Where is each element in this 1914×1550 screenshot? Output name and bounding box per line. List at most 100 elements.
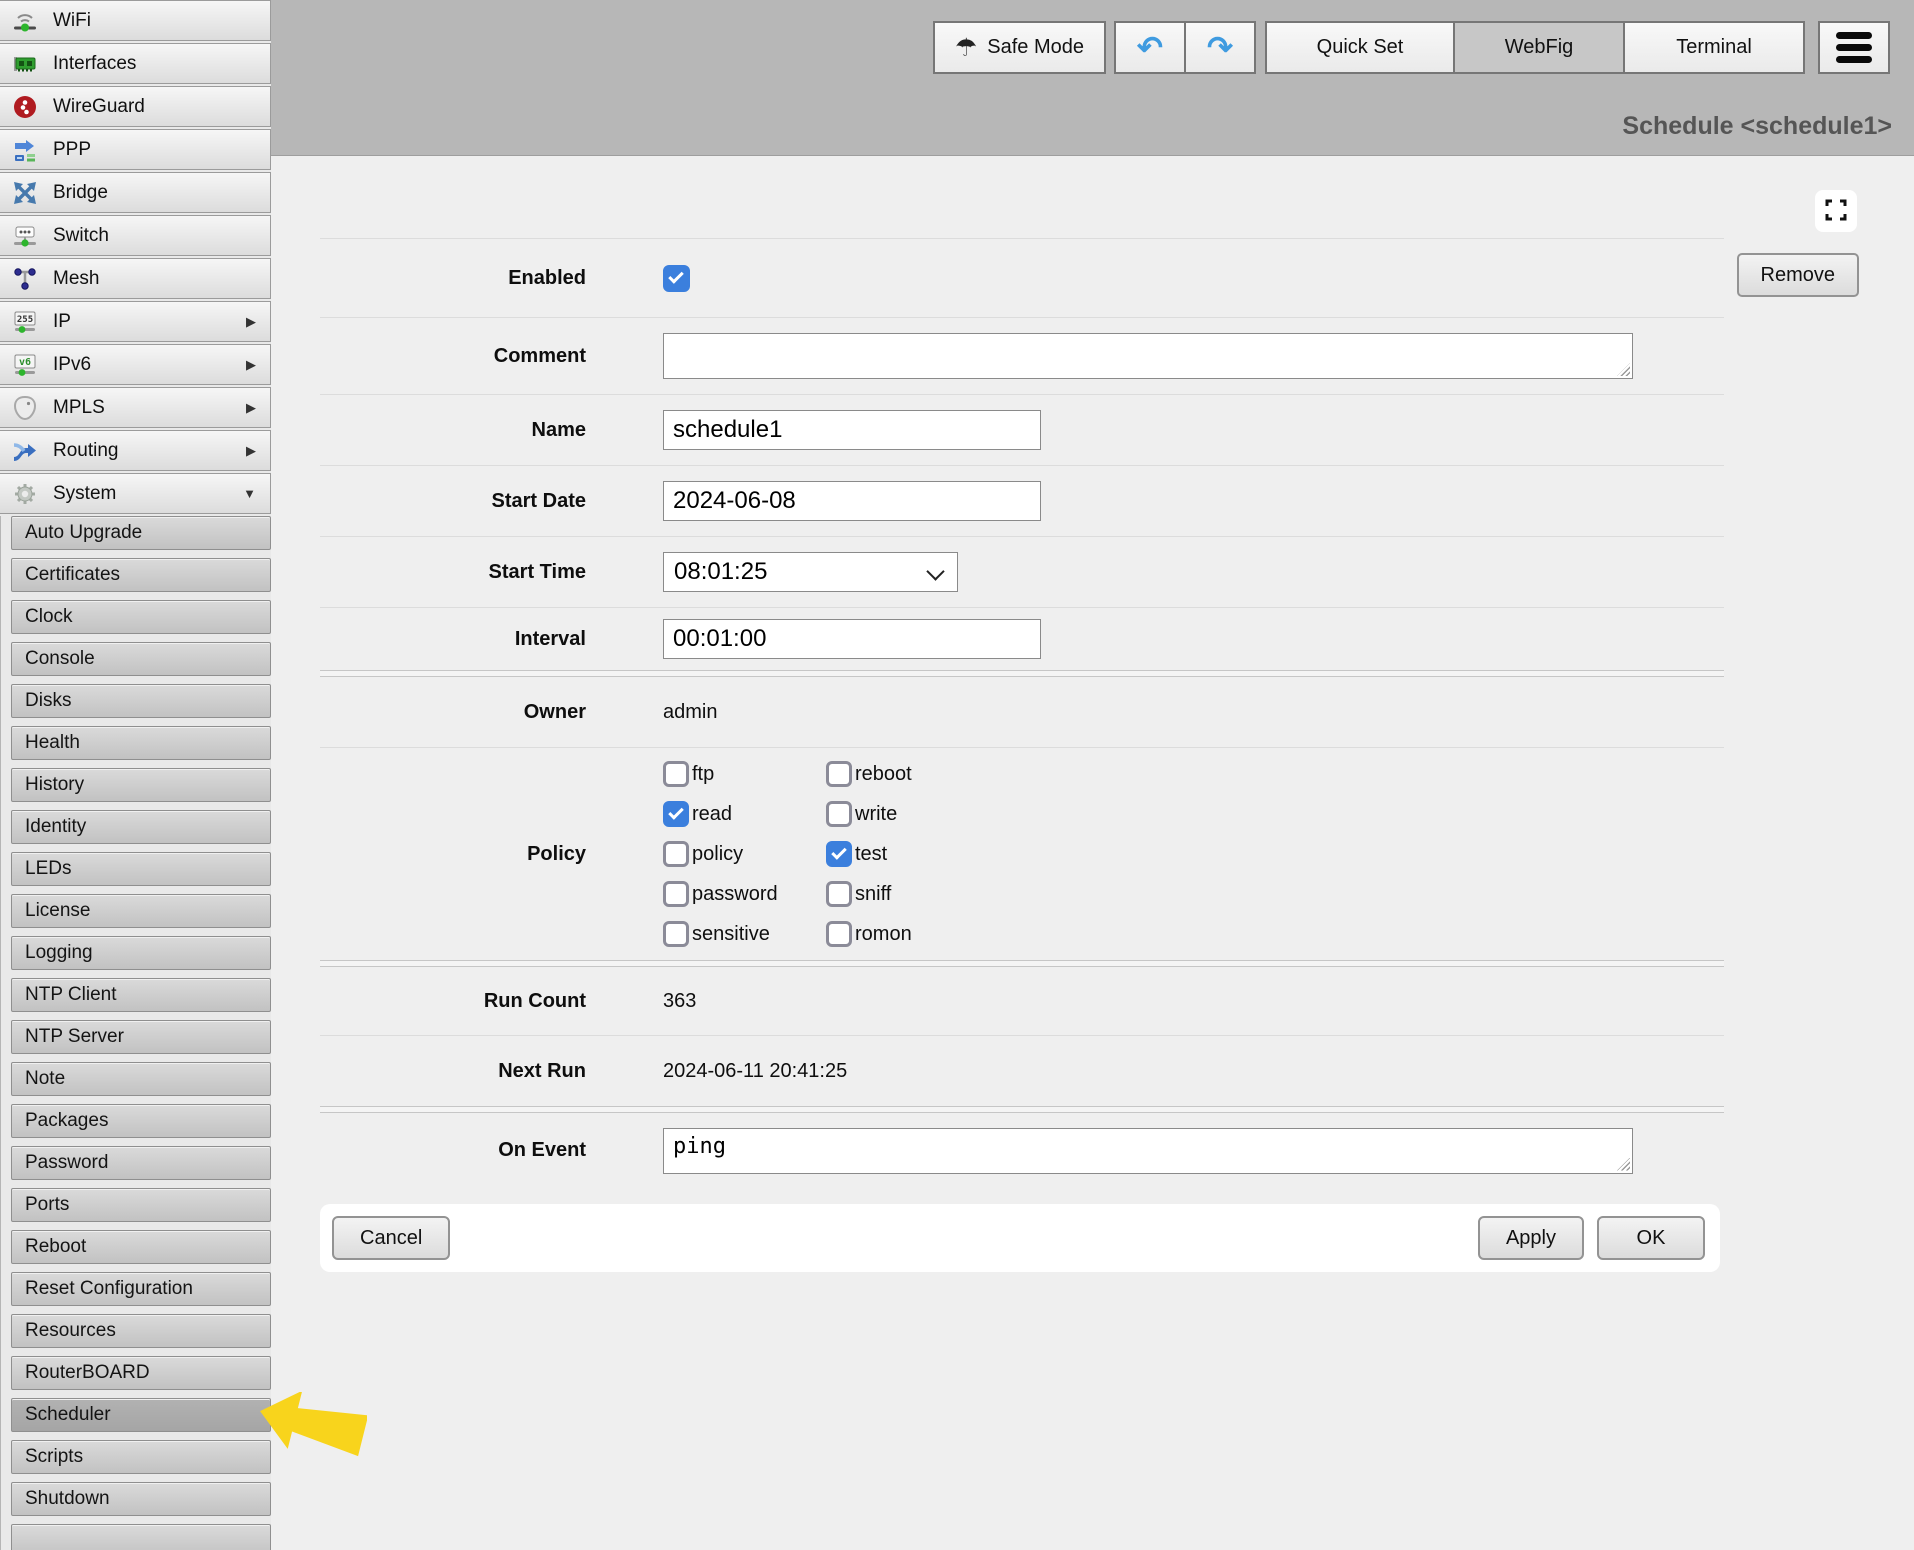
sidebar-item-reboot[interactable]: Reboot: [11, 1230, 271, 1264]
interval-input[interactable]: [663, 619, 1041, 659]
sidebar-item-mpls[interactable]: MPLS ▶: [0, 387, 271, 428]
sidebar-item-leds[interactable]: LEDs: [11, 852, 271, 886]
test-checkbox[interactable]: [826, 841, 852, 867]
name-input[interactable]: [663, 410, 1041, 450]
sidebar-item-bridge[interactable]: Bridge: [0, 172, 271, 213]
sidebar-item-routerboard[interactable]: RouterBOARD: [11, 1356, 271, 1390]
sidebar-item-logging[interactable]: Logging: [11, 936, 271, 970]
sidebar-item-note[interactable]: Note: [11, 1062, 271, 1096]
sidebar-item-scheduler[interactable]: Scheduler: [11, 1398, 271, 1432]
sidebar-item-ntp-server[interactable]: NTP Server: [11, 1020, 271, 1054]
sidebar-item-clock[interactable]: Clock: [11, 600, 271, 634]
ip-icon: 255: [9, 307, 41, 337]
hamburger-menu-button[interactable]: [1818, 21, 1890, 74]
policy-option-ftp[interactable]: ftp: [663, 761, 826, 787]
undo-button[interactable]: ↶: [1114, 21, 1186, 74]
on-event-textarea[interactable]: ping: [663, 1128, 1633, 1174]
remove-button[interactable]: Remove: [1737, 253, 1859, 297]
sidebar-item-wifi[interactable]: WiFi: [0, 0, 271, 41]
policy-option-sensitive[interactable]: sensitive: [663, 921, 826, 947]
terminal-tab[interactable]: Terminal: [1623, 21, 1805, 74]
sidebar-item-shutdown[interactable]: Shutdown: [11, 1482, 271, 1516]
sidebar-item-system[interactable]: System ▼: [0, 473, 271, 514]
sidebar-item-resources[interactable]: Resources: [11, 1314, 271, 1348]
policy-option-password[interactable]: password: [663, 881, 826, 907]
ftp-checkbox[interactable]: [663, 761, 689, 787]
on-event-label: On Event: [320, 1139, 586, 1162]
row-policy: Policy ftp reboot read write policy test…: [320, 747, 1724, 960]
policy-option-policy[interactable]: policy: [663, 841, 826, 867]
row-name: Name: [320, 394, 1724, 465]
start-time-select[interactable]: 08:01:25: [663, 552, 958, 592]
sniff-checkbox[interactable]: [826, 881, 852, 907]
sidebar-item-ntp-client[interactable]: NTP Client: [11, 978, 271, 1012]
wireguard-icon: [9, 92, 41, 122]
sidebar-item-auto-upgrade[interactable]: Auto Upgrade: [11, 516, 271, 550]
sidebar-item-routing[interactable]: Routing ▶: [0, 430, 271, 471]
svg-text:v6: v6: [19, 357, 31, 368]
sidebar-item-license[interactable]: License: [11, 894, 271, 928]
policy-checkbox[interactable]: [663, 841, 689, 867]
sidebar-item-switch[interactable]: Switch: [0, 215, 271, 256]
redo-button[interactable]: ↷: [1184, 21, 1256, 74]
sidebar-item-ipv6[interactable]: v6 IPv6 ▶: [0, 344, 271, 385]
read-checkbox[interactable]: [663, 801, 689, 827]
sidebar-item-scripts[interactable]: Scripts: [11, 1440, 271, 1474]
sidebar-item-certificates[interactable]: Certificates: [11, 558, 271, 592]
action-bar: Cancel Apply OK: [320, 1204, 1720, 1272]
apply-button[interactable]: Apply: [1478, 1216, 1584, 1260]
row-comment: Comment: [320, 317, 1724, 394]
sidebar-item-packages[interactable]: Packages: [11, 1104, 271, 1138]
sidebar-item-ppp[interactable]: PPP: [0, 129, 271, 170]
system-submenu: Auto Upgrade Certificates Clock Console …: [0, 516, 271, 1550]
sidebar-item-history[interactable]: History: [11, 768, 271, 802]
highlight-arrow: [255, 1392, 367, 1468]
system-icon: [9, 479, 41, 509]
sidebar-item-identity[interactable]: Identity: [11, 810, 271, 844]
fullscreen-button[interactable]: [1815, 190, 1857, 232]
write-checkbox[interactable]: [826, 801, 852, 827]
policy-option-test[interactable]: test: [826, 841, 912, 867]
sidebar-item-ip[interactable]: 255 IP ▶: [0, 301, 271, 342]
sidebar-item-disks[interactable]: Disks: [11, 684, 271, 718]
comment-textarea[interactable]: [663, 333, 1633, 379]
safe-mode-button[interactable]: ☂ Safe Mode: [933, 21, 1106, 74]
sensitive-checkbox[interactable]: [663, 921, 689, 947]
row-owner: Owner admin: [320, 677, 1724, 747]
policy-option-read[interactable]: read: [663, 801, 826, 827]
webfig-tab[interactable]: WebFig: [1453, 21, 1625, 74]
page-title: Schedule <schedule1>: [1622, 112, 1892, 141]
policy-label: Policy: [320, 843, 586, 866]
row-start-time: Start Time 08:01:25: [320, 536, 1724, 607]
sidebar-item-health[interactable]: Health: [11, 726, 271, 760]
sidebar-item-partial[interactable]: [11, 1524, 271, 1550]
routing-icon: [9, 436, 41, 466]
romon-checkbox[interactable]: [826, 921, 852, 947]
sidebar-item-console[interactable]: Console: [11, 642, 271, 676]
enabled-checkbox[interactable]: [663, 265, 690, 292]
schedule-form: Enabled Comment Name Start Date: [320, 155, 1724, 1188]
reboot-checkbox[interactable]: [826, 761, 852, 787]
policy-option-romon[interactable]: romon: [826, 921, 912, 947]
sidebar-item-reset-configuration[interactable]: Reset Configuration: [11, 1272, 271, 1306]
row-interval: Interval: [320, 607, 1724, 670]
row-start-date: Start Date: [320, 465, 1724, 536]
password-checkbox[interactable]: [663, 881, 689, 907]
sidebar-item-ports[interactable]: Ports: [11, 1188, 271, 1222]
sidebar-item-password[interactable]: Password: [11, 1146, 271, 1180]
wifi-icon: [9, 6, 41, 36]
enabled-label: Enabled: [320, 267, 586, 290]
quick-set-tab[interactable]: Quick Set: [1265, 21, 1455, 74]
policy-option-write[interactable]: write: [826, 801, 912, 827]
ok-button[interactable]: OK: [1597, 1216, 1705, 1260]
start-date-input[interactable]: [663, 481, 1041, 521]
sidebar-item-interfaces[interactable]: Interfaces: [0, 43, 271, 84]
webfig-app: ☂ Safe Mode ↶ ↷ Quick Set WebFig Termina…: [0, 0, 1914, 1550]
policy-option-reboot[interactable]: reboot: [826, 761, 912, 787]
cancel-button[interactable]: Cancel: [332, 1216, 450, 1260]
sidebar-item-wireguard[interactable]: WireGuard: [0, 86, 271, 127]
sidebar-item-mesh[interactable]: Mesh: [0, 258, 271, 299]
start-date-label: Start Date: [320, 490, 586, 513]
policy-option-sniff[interactable]: sniff: [826, 881, 912, 907]
owner-label: Owner: [320, 701, 586, 724]
